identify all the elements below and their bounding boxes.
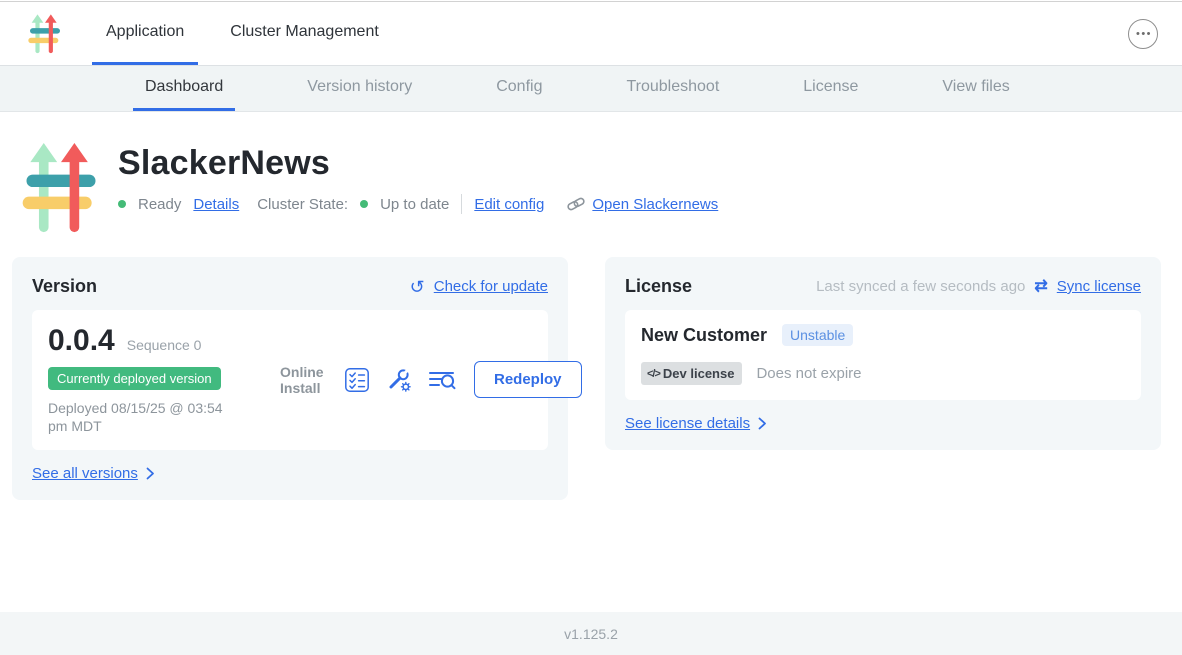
tab-view-files[interactable]: View files (930, 66, 1021, 111)
license-panel: New Customer Unstable </> Dev license Do… (625, 310, 1141, 400)
main-content: SlackerNews Ready Details Cluster State:… (0, 112, 1182, 612)
see-license-details[interactable]: See license details (625, 415, 1141, 432)
deployed-timestamp: Deployed 08/15/25 @ 03:54 pm MDT (48, 399, 242, 435)
channel-badge: Unstable (782, 324, 853, 346)
open-app-link-label: Open Slackernews (592, 196, 718, 213)
redeploy-button[interactable]: Redeploy (474, 361, 582, 398)
view-deploy-logs-button[interactable] (428, 367, 456, 393)
sync-icon: ⇄ (1034, 279, 1047, 295)
dashboard-cards: Version ↺ Check for update 0.0.4 Sequenc… (0, 234, 1182, 500)
page-title: SlackerNews (118, 144, 730, 183)
app-hero: SlackerNews Ready Details Cluster State:… (0, 112, 1182, 234)
tab-dashboard[interactable]: Dashboard (133, 66, 235, 111)
status-details-link[interactable]: Details (193, 196, 239, 213)
edit-config-button[interactable] (386, 367, 412, 393)
license-type-label: Dev license (663, 366, 735, 381)
status-divider (461, 194, 462, 214)
app-footer: v1.125.2 (0, 612, 1182, 655)
checklist-icon (344, 367, 370, 393)
tab-config[interactable]: Config (484, 66, 554, 111)
cluster-state-dot (360, 200, 368, 208)
app-header: Application Cluster Management ••• (0, 2, 1182, 66)
edit-config-link[interactable]: Edit config (474, 196, 544, 213)
tab-application[interactable]: Application (92, 2, 198, 65)
ellipsis-icon: ••• (1136, 28, 1152, 40)
see-all-versions[interactable]: See all versions (32, 465, 548, 482)
version-sequence: Sequence 0 (127, 337, 202, 353)
see-all-versions-link: See all versions (32, 465, 138, 482)
app-status-row: Ready Details Cluster State: Up to date … (118, 194, 730, 214)
license-expiry: Does not expire (756, 365, 861, 382)
version-card-title: Version (32, 276, 97, 297)
customer-name: New Customer (641, 325, 767, 346)
version-actions: Online Install (280, 361, 582, 398)
code-icon: </> (647, 368, 660, 380)
app-subnav: Dashboard Version history Config Trouble… (0, 66, 1182, 112)
cluster-state-label: Cluster State: (257, 196, 348, 213)
more-menu-button[interactable]: ••• (1128, 19, 1158, 49)
header-spacer (411, 2, 1128, 65)
version-number: 0.0.4 (48, 324, 115, 358)
license-card-title: License (625, 276, 692, 297)
check-for-update[interactable]: ↺ Check for update (410, 278, 548, 296)
license-type-tag: </> Dev license (641, 362, 742, 385)
app-icon (22, 142, 100, 234)
console-version: v1.125.2 (564, 626, 618, 642)
sync-license-link[interactable]: Sync license (1057, 278, 1141, 295)
chevron-right-icon (758, 417, 767, 430)
tab-troubleshoot[interactable]: Troubleshoot (614, 66, 731, 111)
refresh-icon: ↺ (410, 278, 425, 296)
link-icon (566, 196, 586, 212)
app-logo-icon (28, 14, 62, 54)
license-card: License Last synced a few seconds ago ⇄ … (605, 257, 1161, 450)
check-for-update-link: Check for update (434, 278, 548, 295)
current-version-panel: 0.0.4 Sequence 0 Currently deployed vers… (32, 310, 548, 450)
open-app-link[interactable]: Open Slackernews (566, 196, 718, 213)
cluster-state-value: Up to date (380, 196, 449, 213)
chevron-right-icon (146, 467, 155, 480)
app-status-dot (118, 200, 126, 208)
tab-version-history[interactable]: Version history (295, 66, 424, 111)
hero-text: SlackerNews Ready Details Cluster State:… (118, 142, 730, 234)
last-synced-label: Last synced a few seconds ago (816, 278, 1025, 295)
install-type-label: Online Install (280, 364, 328, 396)
preflight-checks-button[interactable] (344, 367, 370, 393)
wrench-gear-icon (386, 367, 412, 393)
version-card: Version ↺ Check for update 0.0.4 Sequenc… (12, 257, 568, 500)
see-license-details-link: See license details (625, 415, 750, 432)
header-tabs: Application Cluster Management (92, 2, 411, 65)
deployed-badge: Currently deployed version (48, 367, 221, 390)
app-logo[interactable] (28, 2, 62, 65)
tab-cluster-management[interactable]: Cluster Management (216, 2, 393, 65)
tab-license[interactable]: License (791, 66, 870, 111)
log-search-icon (428, 367, 456, 393)
app-status-label: Ready (138, 196, 181, 213)
license-card-header: License Last synced a few seconds ago ⇄ … (625, 276, 1141, 297)
current-version-info: 0.0.4 Sequence 0 Currently deployed vers… (48, 324, 280, 435)
version-card-header: Version ↺ Check for update (32, 276, 548, 297)
